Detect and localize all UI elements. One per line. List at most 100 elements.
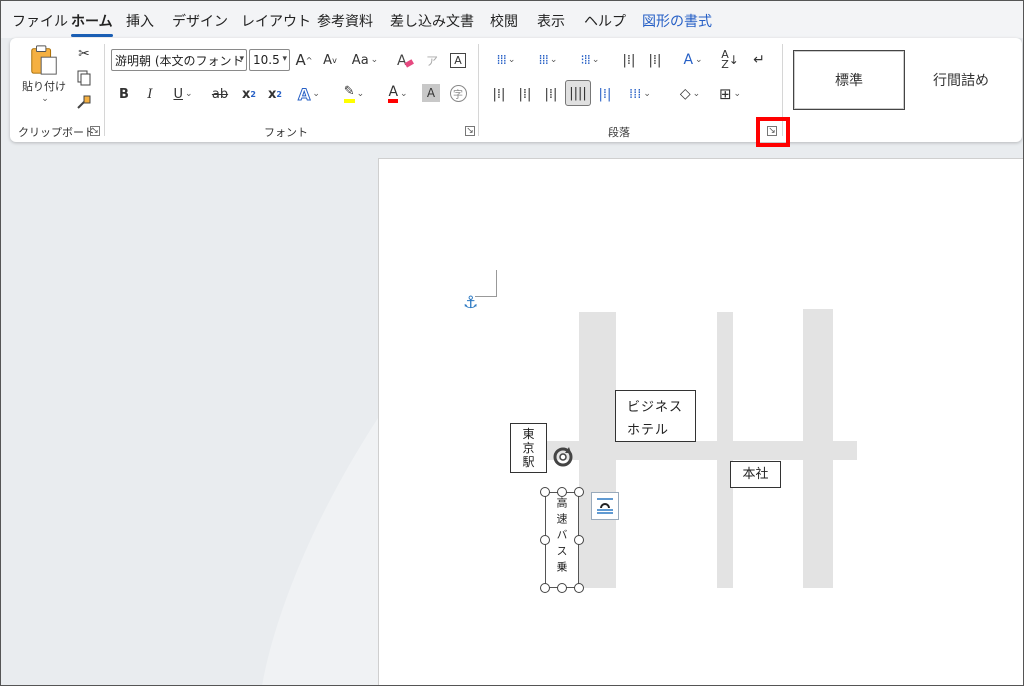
resize-handle[interactable]: [574, 535, 584, 545]
character-shading-button[interactable]: A: [422, 84, 440, 102]
strikethrough-icon: ab: [211, 86, 229, 102]
text-effects-button[interactable]: A ⌄: [292, 82, 326, 106]
subscript-button[interactable]: x2: [238, 82, 260, 106]
phonetic-guide-button[interactable]: ア: [422, 49, 442, 71]
clear-formatting-button[interactable]: A: [394, 49, 416, 71]
bullets-button[interactable]: ⁞⁞⁞ ⌄: [488, 49, 524, 71]
change-case-button[interactable]: Aa ⌄: [348, 49, 382, 71]
paragraph-group-label: 段落: [608, 126, 630, 139]
underline-button[interactable]: U ⌄: [166, 82, 200, 106]
multilevel-list-icon: ⁝⁞⁞: [580, 52, 591, 68]
paint-bucket-icon: ◇: [679, 86, 691, 102]
style-normal[interactable]: 標準: [793, 50, 905, 110]
tab-4[interactable]: レイアウト: [241, 11, 311, 31]
increase-indent-button[interactable]: |⁞|: [644, 49, 666, 71]
tab-2[interactable]: 挿入: [126, 11, 154, 31]
tab-1[interactable]: ホーム: [71, 11, 113, 37]
grow-font-icon: A: [295, 51, 306, 69]
station-label-line1: 東: [522, 427, 535, 441]
highlight-annotation-box: [756, 117, 790, 147]
tab-6[interactable]: 差し込み文書: [390, 11, 474, 31]
resize-handle[interactable]: [540, 535, 550, 545]
layout-options-button[interactable]: [591, 492, 619, 520]
resize-handle[interactable]: [574, 487, 584, 497]
margin-corner-mark: [475, 270, 497, 297]
font-size-combo[interactable]: 10.5 ▾: [249, 49, 290, 71]
line-spacing-icon: ⁞⁞⁞: [629, 86, 642, 102]
highlighter-icon: ✎: [343, 85, 355, 103]
copy-button[interactable]: [74, 68, 94, 88]
tab-8[interactable]: 表示: [537, 11, 565, 31]
font-dialog-launcher-icon[interactable]: ↘: [465, 126, 475, 136]
tab-10[interactable]: 図形の書式: [642, 11, 712, 31]
asian-layout-button[interactable]: A ⌄: [674, 49, 712, 71]
font-color-button[interactable]: A ⌄: [380, 82, 416, 106]
resize-handle[interactable]: [540, 487, 550, 497]
chevron-down-icon: ⌄: [507, 55, 516, 65]
align-left-button[interactable]: |⁞|: [488, 82, 510, 106]
decrease-indent-button[interactable]: |⁞|: [618, 49, 640, 71]
align-right-button[interactable]: |⁞|: [540, 82, 562, 106]
style-no-spacing[interactable]: 行間詰め: [907, 50, 1015, 110]
bold-button[interactable]: B: [114, 82, 134, 106]
shrink-font-button[interactable]: Av: [320, 49, 340, 71]
change-case-label: Aa: [351, 52, 369, 68]
head-office-label: 本社: [730, 461, 781, 488]
resize-handle[interactable]: [540, 583, 550, 593]
document-page[interactable]: ⚓ ビジネス ホテル 東 京 駅 本社 高速バス乗: [378, 158, 1024, 686]
paste-label: 貼り付け: [22, 80, 66, 93]
clipboard-icon: [31, 45, 57, 75]
justify-button[interactable]: ||||: [565, 80, 591, 106]
strikethrough-button[interactable]: ab: [208, 82, 232, 106]
chevron-down-icon: ⌄: [643, 89, 651, 99]
tab-5[interactable]: 参考資料: [317, 11, 373, 31]
distributed-button[interactable]: |⁞|: [594, 82, 616, 106]
layout-options-icon: [597, 498, 613, 514]
subscript-icon: x: [242, 86, 251, 102]
tab-7[interactable]: 校閲: [490, 11, 518, 31]
font-size-value: 10.5: [253, 53, 280, 67]
cut-button[interactable]: ✂: [74, 44, 94, 64]
chevron-down-icon: ⌄: [356, 89, 365, 99]
paste-button[interactable]: 貼り付け ⌄: [22, 44, 66, 104]
align-center-button[interactable]: |⁞|: [514, 82, 536, 106]
character-border-icon: A: [450, 52, 466, 68]
clipboard-group-label: クリップボード: [18, 126, 95, 139]
show-formatting-marks-button[interactable]: ↵: [748, 49, 770, 71]
rotate-handle-icon[interactable]: [549, 443, 577, 471]
chevron-down-icon: ⌄: [41, 94, 49, 104]
line-spacing-button[interactable]: ⁞⁞⁞ ⌄: [622, 82, 658, 106]
hotel-label: ビジネス ホテル: [615, 390, 696, 442]
hotel-label-line2: ホテル: [627, 423, 670, 438]
tab-0[interactable]: ファイル: [12, 11, 68, 31]
font-group-label: フォント: [264, 126, 308, 139]
resize-handle[interactable]: [557, 487, 567, 497]
superscript-button[interactable]: x2: [264, 82, 286, 106]
italic-button[interactable]: I: [140, 82, 160, 106]
format-painter-button[interactable]: [74, 92, 94, 112]
resize-handle[interactable]: [557, 583, 567, 593]
tab-3[interactable]: デザイン: [172, 11, 228, 31]
tab-9[interactable]: ヘルプ: [584, 11, 626, 31]
highlight-color-button[interactable]: ✎ ⌄: [336, 82, 372, 106]
align-right-icon: |⁞|: [544, 86, 558, 102]
grow-font-button[interactable]: A ^: [294, 49, 314, 71]
station-label-line3: 駅: [522, 455, 535, 469]
shading-button[interactable]: ◇ ⌄: [672, 82, 708, 106]
multilevel-list-button[interactable]: ⁝⁞⁞ ⌄: [572, 49, 608, 71]
font-name-combo[interactable]: 游明朝 (本文のフォント ▾: [111, 49, 247, 71]
clipboard-dialog-launcher-icon[interactable]: ↘: [90, 126, 100, 136]
numbering-button[interactable]: ⁞⁞⁞ ⌄: [530, 49, 566, 71]
copy-icon: [77, 70, 91, 86]
borders-button[interactable]: ⊞ ⌄: [712, 82, 748, 106]
decrease-indent-icon: |⁞|: [622, 52, 636, 68]
resize-handle[interactable]: [574, 583, 584, 593]
character-border-button[interactable]: A: [448, 49, 468, 71]
chevron-down-icon: ⌄: [312, 89, 320, 99]
italic-icon: I: [147, 86, 153, 102]
anchor-icon: ⚓: [463, 293, 479, 313]
sort-button[interactable]: A Z ↓: [718, 49, 742, 71]
enclose-characters-button[interactable]: 字: [448, 83, 468, 103]
chevron-down-icon: ⌄: [695, 55, 703, 65]
chevron-down-icon: ⌄: [733, 89, 742, 99]
